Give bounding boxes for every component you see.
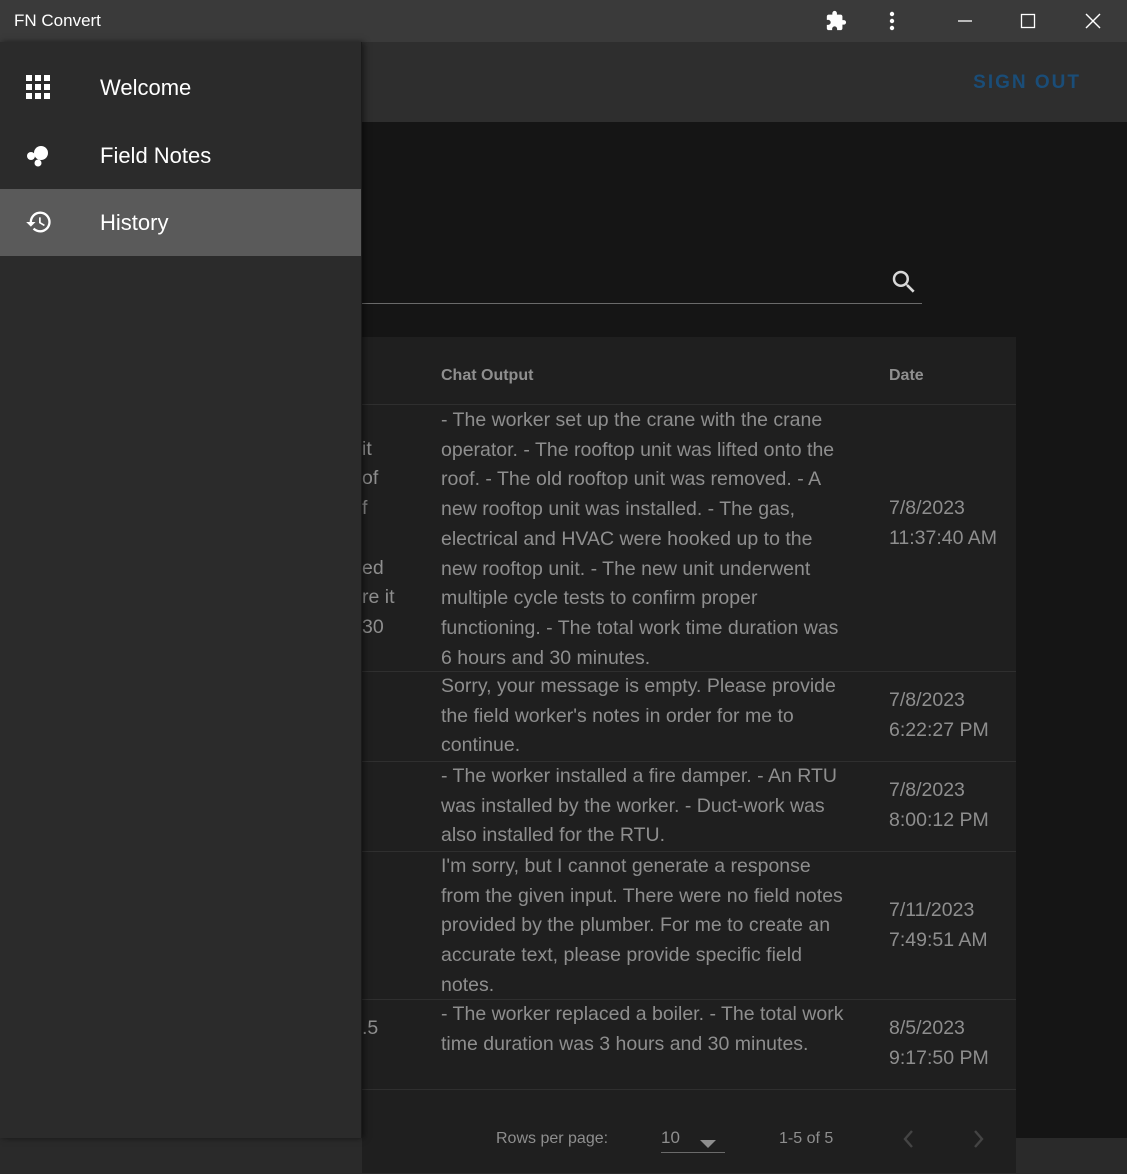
date-cell: 8/5/2023 9:17:50 PM	[889, 1017, 989, 1069]
table-row[interactable]: I'm sorry, but I cannot generate a respo…	[362, 851, 1016, 1000]
history-icon	[24, 208, 52, 236]
rows-per-page-label: Rows per page:	[496, 1130, 609, 1147]
dropdown-arrow-icon	[699, 1134, 717, 1154]
nav-label: Field Notes	[100, 143, 212, 168]
sign-out-button[interactable]: SIGN OUT	[973, 72, 1081, 94]
date-cell: 7/11/2023 7:49:51 AM	[889, 899, 988, 951]
title-bar: FN Convert	[0, 0, 1127, 42]
date-cell: 7/8/2023 11:37:40 AM	[889, 497, 998, 549]
chat-output-cell: - The worker replaced a boiler. - The to…	[441, 1003, 844, 1055]
page-range: 1-5 of 5	[779, 1130, 834, 1147]
extension-puzzle-icon[interactable]	[822, 0, 850, 42]
table-pagination: Rows per page: 10 1-5 of 5	[362, 1089, 1016, 1174]
chat-output-cell: - The worker set up the crane with the c…	[441, 409, 839, 669]
nav-item-field-notes[interactable]: Field Notes	[0, 122, 361, 189]
minimize-icon[interactable]	[950, 0, 980, 42]
rows-per-page-select[interactable]: 10	[661, 1128, 725, 1153]
nav-item-history[interactable]: History	[0, 189, 361, 256]
table-row[interactable]: it of f ed re it 30 - The worker set up …	[362, 404, 1016, 672]
window-title: FN Convert	[14, 11, 101, 30]
next-page-icon[interactable]	[973, 1129, 985, 1154]
column-header-chat-output[interactable]: Chat Output	[441, 367, 533, 385]
previous-page-icon[interactable]	[902, 1129, 914, 1154]
column-header-date[interactable]: Date	[889, 367, 924, 385]
apps-grid-icon	[24, 73, 52, 101]
date-cell: 7/8/2023 8:00:12 PM	[889, 779, 989, 831]
bubbles-icon	[24, 141, 52, 169]
search-icon[interactable]	[889, 267, 919, 302]
table-row[interactable]: .5 - The worker replaced a boiler. - The…	[362, 999, 1016, 1090]
nav-label: Welcome	[100, 75, 192, 100]
truncated-cell: .5	[362, 1017, 379, 1039]
navigation-drawer: Welcome Field Notes History	[0, 42, 362, 1138]
truncated-cell: it of f ed re it 30	[362, 437, 395, 638]
history-table: Chat Output Date it of f ed re it 30 - T…	[362, 337, 1016, 1173]
nav-item-welcome[interactable]: Welcome	[0, 54, 361, 121]
nav-label: History	[100, 210, 169, 235]
maximize-icon[interactable]	[1013, 0, 1043, 42]
close-icon[interactable]	[1078, 0, 1108, 42]
date-cell: 7/8/2023 6:22:27 PM	[889, 689, 989, 741]
table-row[interactable]: Sorry, your message is empty. Please pro…	[362, 671, 1016, 762]
chat-output-cell: Sorry, your message is empty. Please pro…	[441, 675, 836, 757]
chat-output-cell: I'm sorry, but I cannot generate a respo…	[441, 855, 843, 996]
more-vert-icon[interactable]	[880, 0, 904, 42]
search-input[interactable]	[362, 303, 922, 304]
table-row[interactable]: - The worker installed a fire damper. - …	[362, 761, 1016, 852]
chat-output-cell: - The worker installed a fire damper. - …	[441, 765, 837, 847]
